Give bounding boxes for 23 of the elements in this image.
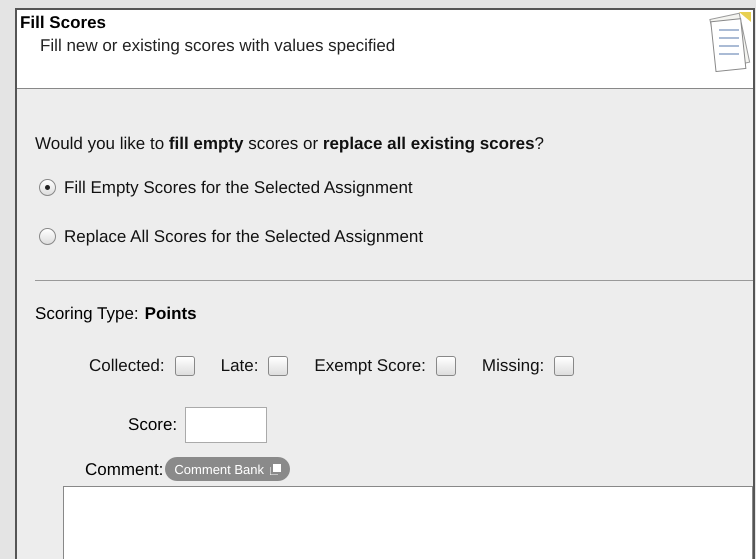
radio-label: Replace All Scores for the Selected Assignment [64, 226, 424, 248]
question-text: Would you like to fill empty scores or replace all existing scores? [35, 133, 545, 155]
dialog-subtitle: Fill new or existing scores with values specified [39, 35, 396, 57]
checkbox[interactable] [436, 356, 456, 376]
popup-icon [270, 464, 282, 475]
scoring-type-label: Scoring Type: [35, 302, 139, 324]
radio-button[interactable] [39, 178, 56, 196]
score-label: Score: [128, 414, 178, 436]
flag-label: Late: [220, 355, 258, 377]
scoring-type-value: Points [144, 302, 197, 324]
flag-label: Collected: [89, 355, 165, 377]
checkbox[interactable] [268, 356, 288, 376]
comment-label: Comment: [85, 458, 164, 480]
comment-bank-button[interactable]: Comment Bank [165, 457, 290, 482]
radio-label: Fill Empty Scores for the Selected Assignment [64, 176, 413, 198]
flag-label: Missing: [482, 355, 544, 377]
checkbox[interactable] [554, 356, 574, 376]
checkbox[interactable] [174, 356, 195, 376]
score-field[interactable] [185, 406, 268, 442]
comment-field[interactable] [63, 486, 753, 559]
radio-button[interactable] [39, 228, 56, 246]
flag-label: Exempt Score: [314, 355, 426, 377]
dialog-title: Fill Scores [20, 12, 107, 34]
